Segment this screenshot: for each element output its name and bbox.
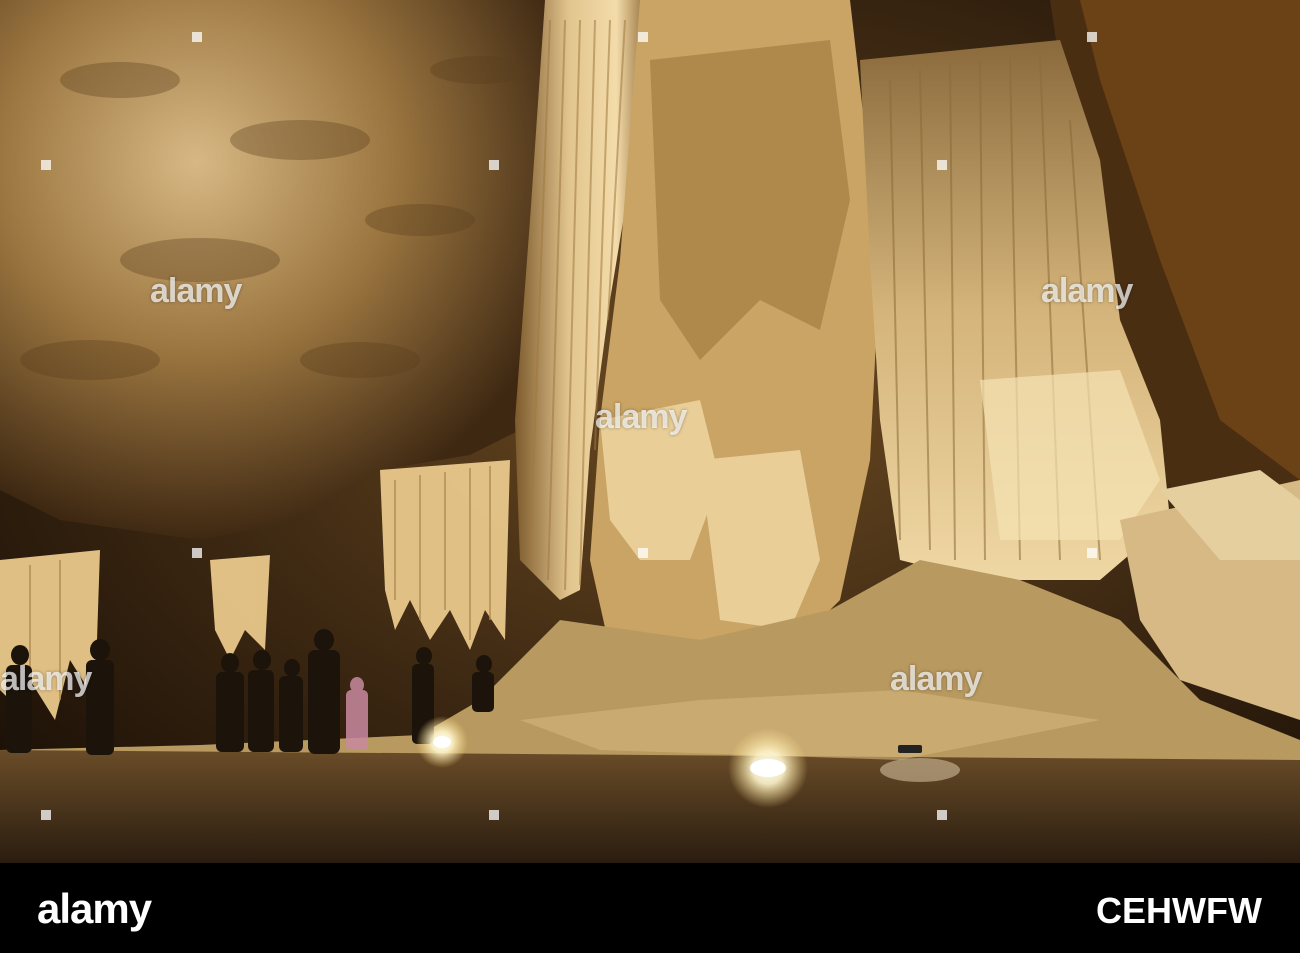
watermark-text: alamy (890, 660, 982, 698)
watermark-mark (489, 160, 499, 170)
watermark-mark (937, 810, 947, 820)
watermark-mark (41, 160, 51, 170)
watermark-mark (192, 32, 202, 42)
cave-photo: alamy alamy alamy alamy alamy (0, 0, 1300, 863)
watermark-text: alamy (595, 398, 687, 436)
watermark-mark (192, 548, 202, 558)
watermark-mark (41, 810, 51, 820)
watermark-text: alamy (150, 272, 242, 310)
footer-bar: alamy CEHWFW (0, 863, 1300, 953)
watermark-mark (638, 32, 648, 42)
watermark-mark (489, 810, 499, 820)
watermark-mark (937, 160, 947, 170)
watermark-mark (638, 548, 648, 558)
watermark-mark (1087, 32, 1097, 42)
watermark-text: alamy (0, 660, 92, 698)
watermark-text: alamy (1041, 272, 1133, 310)
alamy-logo: alamy (37, 885, 152, 932)
watermark-mark (1087, 548, 1097, 558)
image-code: CEHWFW (1096, 890, 1262, 931)
